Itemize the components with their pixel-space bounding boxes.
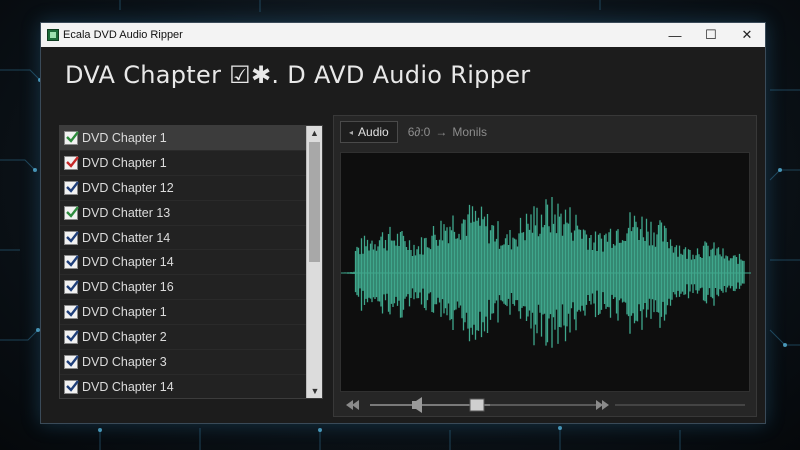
chapter-checkbox[interactable]	[64, 305, 79, 320]
chapter-item[interactable]: DVD Chapter 2	[60, 325, 306, 351]
chapter-item[interactable]: DVD Chapter 12	[60, 176, 306, 201]
audio-toolbar: ◂ Audio 6∂:0 → Monils	[340, 120, 487, 144]
app-icon	[47, 29, 59, 41]
waveform-display[interactable]	[340, 152, 751, 392]
minimize-button[interactable]: —	[657, 23, 693, 47]
arrow-right-icon: →	[435, 125, 448, 139]
chapter-item[interactable]: DVD Chatter 14	[60, 226, 306, 251]
checkmark-icon	[66, 255, 79, 268]
chapter-checkbox[interactable]	[64, 330, 79, 345]
seek-handle[interactable]	[469, 398, 485, 412]
chapter-label: DVD Chapter 3	[82, 354, 167, 369]
chapter-checkbox[interactable]	[64, 230, 79, 245]
checkmark-icon	[66, 205, 79, 218]
checkmark-icon	[66, 355, 79, 367]
chapter-label: DVD Chapter 2	[82, 330, 167, 345]
waveform-path	[344, 197, 745, 348]
rewind-icon[interactable]	[346, 400, 359, 410]
chapter-checkbox[interactable]	[64, 280, 79, 295]
chapter-checkbox[interactable]	[64, 205, 79, 220]
chapter-checkbox[interactable]	[64, 379, 79, 394]
scroll-down-icon[interactable]: ▼	[307, 384, 322, 398]
chapter-label: DVD Chapter 16	[82, 280, 174, 295]
scroll-up-icon[interactable]: ▲	[307, 126, 322, 140]
chapter-label: DVD Chapter 12	[82, 180, 174, 195]
maximize-button[interactable]: ☐	[693, 23, 729, 47]
checkmark-icon	[66, 380, 79, 392]
title-bar: Ecala DVD Audio Ripper — ☐ ✕	[41, 23, 765, 47]
arrow-left-icon: ◂	[349, 127, 354, 137]
checkmark-icon	[66, 230, 79, 243]
chapter-checkbox[interactable]	[64, 155, 79, 170]
checkmark-icon	[66, 156, 79, 168]
checkmark-icon	[66, 180, 79, 193]
chapter-label: DVD Chapter 1	[82, 155, 167, 170]
checkmark-icon	[66, 330, 79, 342]
checkmark-icon	[66, 280, 79, 293]
checkmark-icon	[66, 131, 79, 143]
track-time: 6∂:0	[407, 125, 431, 139]
chapter-label: DVD Chapter 14	[82, 379, 174, 394]
chapter-item[interactable]: DVD Chapter 1	[60, 126, 306, 151]
chapter-item[interactable]: DVD Chapter 16	[60, 275, 306, 301]
chapter-item[interactable]: DVD Chapter 3	[60, 350, 306, 375]
chapter-panel: DVD Chapter 1 DVD Chapter 1 DVD Chapter 12…	[59, 125, 323, 399]
volume-icon[interactable]	[412, 397, 422, 413]
chapter-checkbox[interactable]	[64, 180, 79, 195]
chapter-item[interactable]: DVD Chapter 1	[60, 300, 306, 326]
fast-forward-icon[interactable]	[596, 400, 609, 410]
chapter-label: DVD Chapter 1	[82, 305, 167, 320]
chapter-item[interactable]: DVD Chapter 14	[60, 250, 306, 276]
chapter-label: DVD Chatter 13	[82, 205, 171, 220]
track-info: 6∂:0 → Monils	[408, 125, 487, 139]
checkmark-icon	[66, 305, 79, 317]
scroll-thumb[interactable]	[309, 142, 320, 262]
chapter-label: DVD Chapter 1	[82, 130, 167, 145]
close-button[interactable]: ✕	[729, 23, 765, 47]
chapter-checkbox[interactable]	[64, 354, 79, 369]
chapter-label: DVD Chatter 14	[82, 230, 171, 245]
chapter-item[interactable]: DVD Chapter 14	[60, 375, 306, 398]
chapter-scrollbar[interactable]: ▲ ▼	[306, 126, 322, 398]
transport-bar	[346, 397, 745, 413]
chapter-checkbox[interactable]	[64, 130, 79, 145]
app-heading: DVA Chapter ☑✱. D AVD Audio Ripper	[65, 61, 531, 89]
chapter-item[interactable]: DVD Chapter 1	[60, 151, 306, 176]
chapter-label: DVD Chapter 14	[82, 255, 174, 270]
chapter-item[interactable]: DVD Chatter 13	[60, 201, 306, 226]
waveform	[341, 197, 751, 348]
chapter-checkbox[interactable]	[64, 255, 79, 270]
chapter-list: DVD Chapter 1 DVD Chapter 1 DVD Chapter 12…	[60, 126, 306, 398]
app-window: Ecala DVD Audio Ripper — ☐ ✕ DVA Chapter…	[40, 22, 766, 424]
window-title: Ecala DVD Audio Ripper	[63, 29, 183, 41]
audio-panel: ◂ Audio 6∂:0 → Monils	[333, 115, 757, 417]
track-mode: Monils	[452, 125, 488, 139]
tab-audio-label: Audio	[358, 125, 389, 139]
tab-audio[interactable]: ◂ Audio	[340, 121, 398, 143]
